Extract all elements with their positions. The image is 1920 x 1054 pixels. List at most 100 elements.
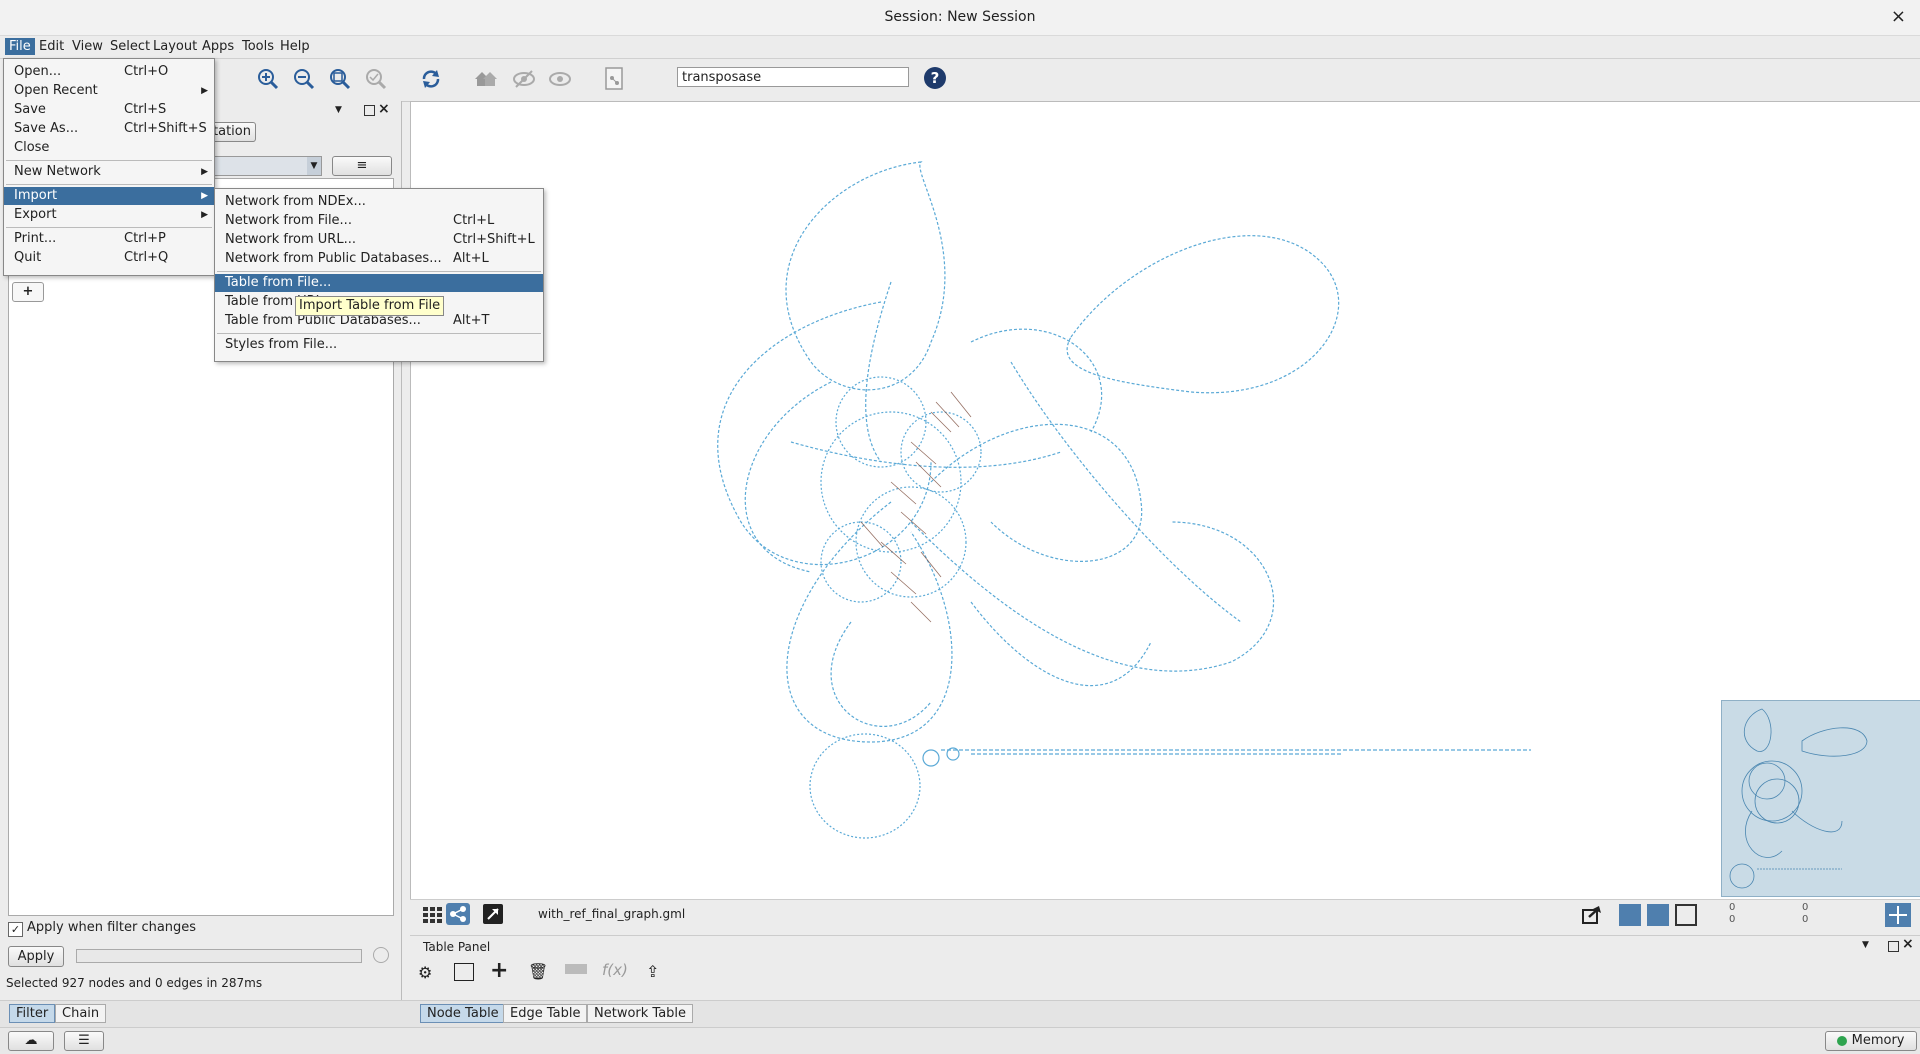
menu-separator [6,160,212,161]
options-menu-button[interactable]: ≡ [332,156,392,176]
float-panel-icon[interactable] [364,105,375,116]
menu-apps[interactable]: Apps [198,38,238,55]
submenu-arrow-icon: ▶ [201,167,208,177]
menu-item-new-network[interactable]: New Network ▶ [4,163,214,181]
zoom-out-icon[interactable] [290,65,318,93]
network-filename: with_ref_final_graph.gml [538,907,686,921]
submenu-arrow-icon: ▶ [201,210,208,220]
home-icon [472,65,500,93]
filter-status-text: Selected 927 nodes and 0 edges in 287ms [6,976,263,990]
table-panel-menu-icon[interactable]: ▼ [1862,940,1869,950]
tab-node-table[interactable]: Node Table [420,1004,506,1023]
help-icon[interactable]: ? [924,67,946,89]
apply-when-label: Apply when filter changes [27,920,197,935]
navigate-icon[interactable] [1885,903,1911,927]
apply-when-checkbox[interactable]: ✓ [8,922,23,937]
network-canvas[interactable] [410,101,1920,900]
import-submenu: Network from NDEx... Network from File..… [214,188,544,362]
grid-view-icon[interactable] [422,906,442,924]
memory-label: Memory [1851,1033,1905,1048]
menu-select[interactable]: Select [106,38,154,55]
status-bar: ☁ ☰ Memory [0,1027,1920,1054]
menu-tools[interactable]: Tools [238,38,278,55]
menu-item-network-from-file[interactable]: Network from File... Ctrl+L [215,212,543,230]
tab-chain[interactable]: Chain [55,1004,107,1023]
float-table-panel-icon[interactable] [1888,941,1899,952]
menu-item-save[interactable]: Save Ctrl+S [4,101,214,119]
menu-item-save-as[interactable]: Save As... Ctrl+Shift+S [4,120,214,138]
zoom-selected-icon [362,65,390,93]
menu-view[interactable]: View [68,38,107,55]
hidden-edges-count: 0 [1802,914,1809,925]
link-icon [565,964,587,974]
trash-icon[interactable]: 🗑 [528,962,548,981]
apply-button[interactable]: Apply [8,946,64,967]
bottom-tab-strip: Filter Chain Node Table Edge Table Netwo… [0,1000,1920,1027]
menu-file[interactable]: File [5,38,35,55]
menu-item-network-from-public-databases[interactable]: Network from Public Databases... Alt+L [215,250,543,268]
tab-network-table[interactable]: Network Table [587,1004,694,1023]
menu-item-close[interactable]: Close [4,139,214,157]
add-filter-button[interactable]: + [12,282,44,302]
select-nodes-icon[interactable] [1619,904,1641,926]
tab-filter[interactable]: Filter [9,1004,56,1023]
menu-item-import[interactable]: Import ▶ [4,187,214,205]
close-panel-icon[interactable]: × [378,101,390,117]
panel-menu-icon[interactable]: ▼ [335,105,345,115]
expand-view-icon[interactable] [483,904,503,924]
function-icon: f(x) [602,961,628,979]
cloud-icon[interactable]: ☁ [8,1031,54,1051]
hidden-nodes-count: 0 [1729,914,1736,925]
select-edges-icon[interactable] [1647,904,1669,926]
columns-icon[interactable] [454,963,474,981]
progress-bar [76,949,362,963]
menu-item-export[interactable]: Export ▶ [4,206,214,224]
network-overview-minimap[interactable] [1721,700,1920,897]
close-table-panel-icon[interactable]: × [1902,936,1914,952]
table-panel-title: Table Panel [423,940,491,954]
menu-item-open[interactable]: Open... Ctrl+O [4,63,214,81]
share-table-icon[interactable]: ⇪ [646,962,659,981]
export-icon[interactable] [1580,904,1602,926]
filter-type-dropdown[interactable]: ▼ [208,156,322,176]
panel-tab-button[interactable]: tation [208,122,256,142]
network-view-icon[interactable] [446,903,470,925]
tab-edge-table[interactable]: Edge Table [503,1004,588,1023]
menu-separator [217,333,541,334]
menu-item-network-from-ndex[interactable]: Network from NDEx... [215,193,543,211]
menu-item-open-recent[interactable]: Open Recent ▶ [4,82,214,100]
search-input[interactable]: transposase [677,67,909,87]
refresh-icon[interactable] [417,65,445,93]
menu-bar: File Edit View Select Layout Apps Tools … [0,36,1920,59]
close-window-button[interactable]: × [1891,6,1906,27]
menu-item-table-from-file[interactable]: Table from File... [215,274,543,292]
memory-status-icon [1837,1035,1848,1046]
selected-nodes-count: 0 [1729,902,1736,913]
menu-separator [6,184,212,185]
cancel-icon [373,947,389,963]
selected-edges-count: 0 [1802,902,1809,913]
add-column-icon[interactable]: + [490,958,508,983]
network-view-footer: with_ref_final_graph.gml 0 0 0 0 [410,899,1920,930]
network-graph [717,161,1531,839]
minimap-graph [1729,708,1868,889]
menu-item-styles-from-file[interactable]: Styles from File... [215,336,543,354]
zoom-in-icon[interactable] [254,65,282,93]
gear-icon[interactable]: ⚙ [418,963,432,982]
select-annotations-icon[interactable] [1675,904,1697,926]
menu-item-print[interactable]: Print... Ctrl+P [4,230,214,248]
memory-button[interactable]: Memory [1825,1031,1917,1051]
submenu-arrow-icon: ▶ [201,191,208,201]
menu-layout[interactable]: Layout [149,38,201,55]
zoom-fit-icon[interactable] [326,65,354,93]
title-bar: Session: New Session × [0,0,1920,36]
table-panel: Table Panel ▼ × ⚙ + 🗑 f(x) ⇪ [410,935,1920,996]
menu-edit[interactable]: Edit [35,38,68,55]
toolbar: transposase ? [0,59,1920,102]
menu-item-quit[interactable]: Quit Ctrl+Q [4,249,214,267]
task-list-icon[interactable]: ☰ [64,1031,104,1051]
submenu-arrow-icon: ▶ [201,86,208,96]
menu-item-network-from-url[interactable]: Network from URL... Ctrl+Shift+L [215,231,543,249]
chevron-down-icon: ▼ [307,157,321,175]
menu-help[interactable]: Help [276,38,314,55]
